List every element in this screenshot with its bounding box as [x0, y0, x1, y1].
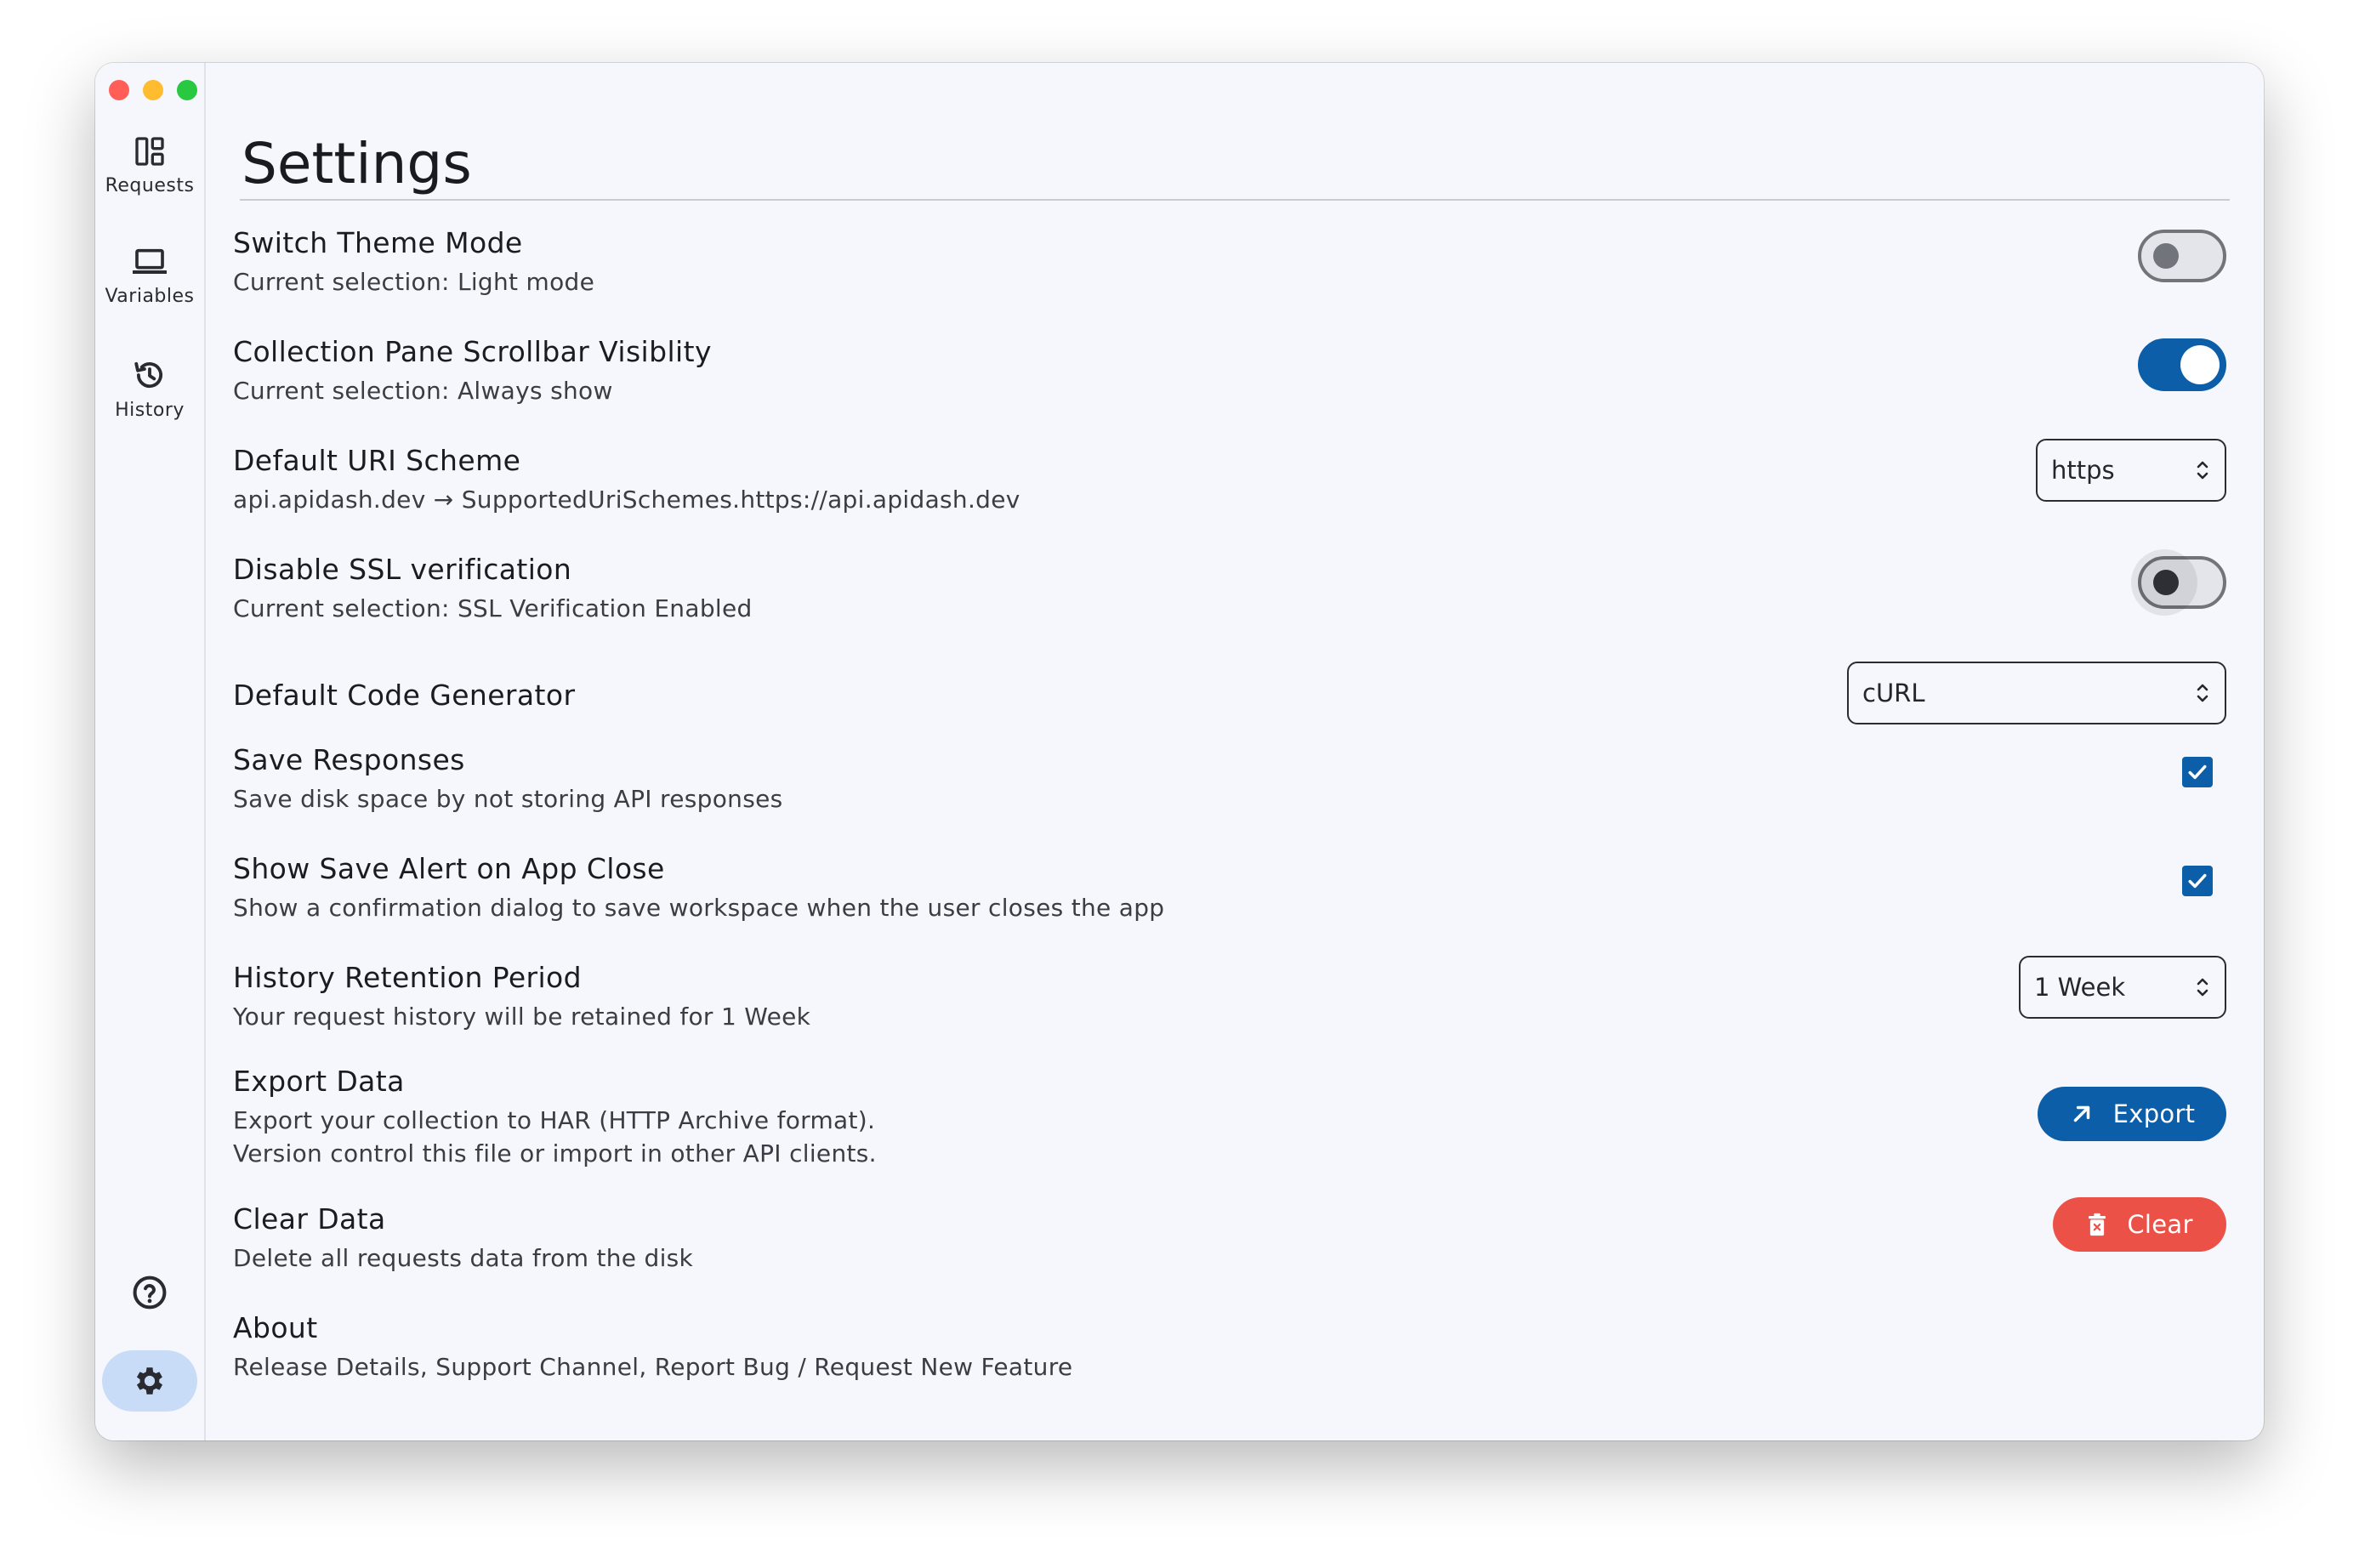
minimize-window-button[interactable] [143, 80, 163, 100]
sidebar-item-history[interactable]: History [95, 357, 204, 421]
chevron-up-down-icon [2197, 461, 2208, 480]
setting-title: Switch Theme Mode [233, 226, 523, 259]
trash-icon [2089, 1213, 2106, 1236]
setting-theme-mode: Switch Theme Mode Current selection: Lig… [233, 226, 2226, 296]
setting-export-data: Export Data Export your collection to HA… [233, 1065, 2226, 1167]
save-responses-checkbox[interactable] [2182, 757, 2213, 787]
setting-title: Collection Pane Scrollbar Visiblity [233, 335, 712, 368]
setting-subtitle: Current selection: Always show [233, 377, 613, 405]
sidebar-item-requests[interactable]: Requests [95, 134, 204, 196]
sidebar-item-label: Requests [105, 175, 195, 196]
dashboard-icon [135, 137, 164, 166]
setting-title: Show Save Alert on App Close [233, 852, 665, 885]
gear-icon [136, 1367, 163, 1395]
setting-title: Default URI Scheme [233, 444, 521, 477]
help-button[interactable] [95, 1274, 204, 1311]
clear-button-label: Clear [2127, 1210, 2193, 1239]
setting-subtitle: Current selection: Light mode [233, 268, 595, 296]
export-button[interactable]: Export [2038, 1087, 2226, 1141]
setting-subtitle: api.apidash.dev → SupportedUriSchemes.ht… [233, 486, 1020, 514]
setting-subtitle: Release Details, Support Channel, Report… [233, 1353, 1073, 1381]
arrow-up-right-icon [2073, 1105, 2089, 1122]
disable-ssl-toggle[interactable] [2131, 549, 2226, 616]
clear-button[interactable]: Clear [2053, 1197, 2226, 1252]
window-controls [109, 80, 197, 100]
sidebar-item-settings[interactable] [102, 1350, 197, 1412]
maximize-window-button[interactable] [177, 80, 197, 100]
sidebar-item-variables[interactable]: Variables [95, 245, 204, 307]
setting-title: Save Responses [233, 743, 465, 776]
setting-subtitle: Delete all requests data from the disk [233, 1244, 694, 1272]
page-title: Settings [242, 131, 472, 196]
navigation-rail: Requests Variables History [95, 63, 206, 1440]
laptop-icon [133, 248, 167, 274]
setting-history-retention: History Retention Period Your request hi… [233, 956, 2226, 1031]
setting-code-generator: Default Code Generator cURL [233, 662, 2226, 726]
chevron-up-down-icon [2197, 684, 2208, 702]
save-alert-checkbox[interactable] [2182, 866, 2213, 896]
export-button-label: Export [2112, 1099, 2196, 1128]
title-divider [240, 199, 2230, 201]
sidebar-item-label: History [115, 400, 185, 421]
history-icon [134, 361, 163, 389]
scrollbar-visibility-toggle[interactable] [2138, 338, 2226, 391]
uri-scheme-select[interactable]: https [2036, 439, 2226, 502]
setting-subtitle: Current selection: SSL Verification Enab… [233, 594, 753, 622]
setting-subtitle: Your request history will be retained fo… [233, 1003, 811, 1031]
select-value: cURL [1862, 679, 1925, 707]
setting-title: Export Data [233, 1065, 405, 1098]
theme-mode-toggle[interactable] [2138, 230, 2226, 282]
setting-subtitle: Save disk space by not storing API respo… [233, 785, 783, 813]
sidebar-item-label: Variables [105, 286, 195, 307]
setting-scrollbar-visibility: Collection Pane Scrollbar Visiblity Curr… [233, 335, 2226, 405]
help-circle-icon [133, 1275, 167, 1310]
history-retention-select[interactable]: 1 Week [2019, 956, 2226, 1019]
setting-save-alert: Show Save Alert on App Close Show a conf… [233, 852, 2226, 922]
close-window-button[interactable] [109, 80, 129, 100]
check-icon [2188, 873, 2207, 889]
setting-uri-scheme: Default URI Scheme api.apidash.dev → Sup… [233, 439, 2226, 514]
setting-title: About [233, 1311, 318, 1344]
setting-save-responses: Save Responses Save disk space by not st… [233, 743, 2226, 813]
setting-subtitle: Export your collection to HAR (HTTP Arch… [233, 1106, 876, 1134]
settings-page: Settings Switch Theme Mode Current selec… [204, 63, 2264, 1440]
select-value: 1 Week [2034, 973, 2126, 1002]
check-icon [2188, 764, 2207, 780]
setting-title: History Retention Period [233, 961, 582, 994]
setting-title: Disable SSL verification [233, 553, 572, 586]
app-window: Requests Variables History Settings Swit… [95, 63, 2264, 1440]
code-generator-select[interactable]: cURL [1847, 662, 2226, 724]
setting-clear-data: Clear Data Delete all requests data from… [233, 1197, 2226, 1272]
setting-subtitle: Show a confirmation dialog to save works… [233, 894, 1165, 922]
setting-title: Clear Data [233, 1202, 386, 1236]
setting-about[interactable]: About Release Details, Support Channel, … [233, 1311, 2226, 1381]
setting-disable-ssl: Disable SSL verification Current selecti… [233, 549, 2226, 622]
setting-subtitle: Version control this file or import in o… [233, 1139, 877, 1167]
select-value: https [2051, 456, 2115, 485]
chevron-up-down-icon [2197, 978, 2208, 997]
